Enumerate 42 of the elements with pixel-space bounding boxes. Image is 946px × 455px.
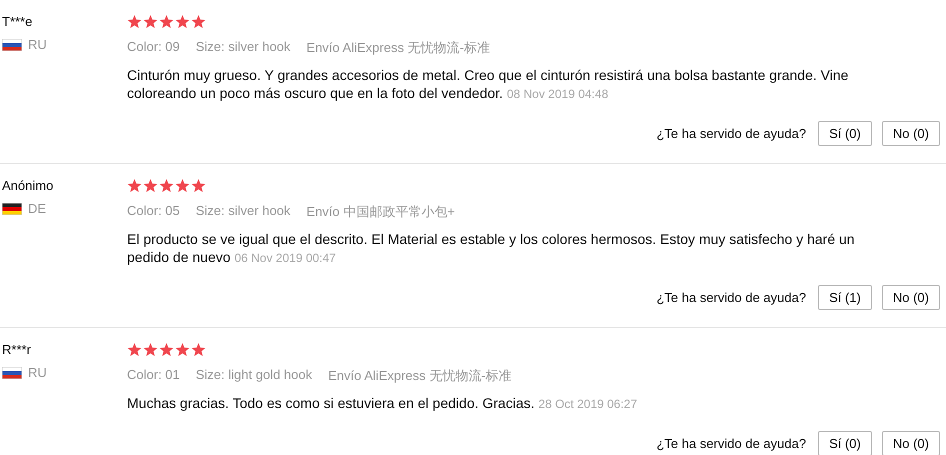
shipping-method: Envío 中国邮政平常小包+	[306, 203, 455, 221]
shipping-method: Envío AliExpress 无忧物流-标准	[328, 367, 512, 385]
review-text: El producto se ve igual que el descrito. El Material es estable y los colores hermosos. Estoy muy satisfecho y haré un pedido de nuevo 06 Nov 2019 00:47	[127, 230, 856, 267]
no-button[interactable]: No (0)	[882, 285, 940, 310]
size-attribute: Size: light gold hook	[196, 367, 312, 384]
star-icon	[159, 15, 174, 29]
shipping-method: Envío AliExpress 无忧物流-标准	[306, 39, 490, 57]
country-code: RU	[28, 365, 47, 380]
star-icon	[191, 343, 206, 357]
color-attribute: Color: 09	[127, 39, 180, 56]
star-icon	[191, 179, 206, 193]
review-text: Cinturón muy grueso. Y grandes accesorios de metal. Creo que el cinturón resistirá una bolsa bastante grande. Vine coloreando un poco más oscuro que en la foto del vendedor. 08 Nov 2019 04:48	[127, 66, 850, 103]
star-icon	[127, 179, 142, 193]
star-icon	[175, 343, 190, 357]
color-attribute: Color: 01	[127, 367, 180, 384]
no-button[interactable]: No (0)	[882, 121, 940, 146]
star-icon	[191, 15, 206, 29]
yes-button[interactable]: Sí (0)	[818, 431, 872, 455]
star-icon	[127, 15, 142, 29]
reviewer-name: Anónimo	[2, 178, 54, 193]
review-text: Muchas gracias. Todo es como si estuviera en el pedido. Gracias. 28 Oct 2019 06:27	[127, 394, 638, 413]
no-button[interactable]: No (0)	[882, 431, 940, 455]
star-icon	[143, 15, 158, 29]
size-attribute: Size: silver hook	[196, 39, 290, 56]
size-attribute: Size: silver hook	[196, 203, 290, 220]
country-code: RU	[28, 37, 47, 52]
yes-button[interactable]: Sí (1)	[818, 285, 872, 310]
star-icon	[159, 343, 174, 357]
star-icon	[143, 343, 158, 357]
star-icon	[127, 343, 142, 357]
helpful-question: ¿Te ha servido de ayuda?	[656, 290, 806, 305]
country-code: DE	[28, 201, 46, 216]
star-icon	[175, 15, 190, 29]
helpful-question: ¿Te ha servido de ayuda?	[656, 126, 806, 141]
star-icon	[175, 179, 190, 193]
helpful-question: ¿Te ha servido de ayuda?	[656, 436, 806, 451]
star-icon	[159, 179, 174, 193]
reviewer-name: R***r	[2, 342, 32, 357]
reviewer-name: T***e	[2, 14, 34, 29]
star-icon	[143, 179, 158, 193]
yes-button[interactable]: Sí (0)	[818, 121, 872, 146]
color-attribute: Color: 05	[127, 203, 180, 220]
